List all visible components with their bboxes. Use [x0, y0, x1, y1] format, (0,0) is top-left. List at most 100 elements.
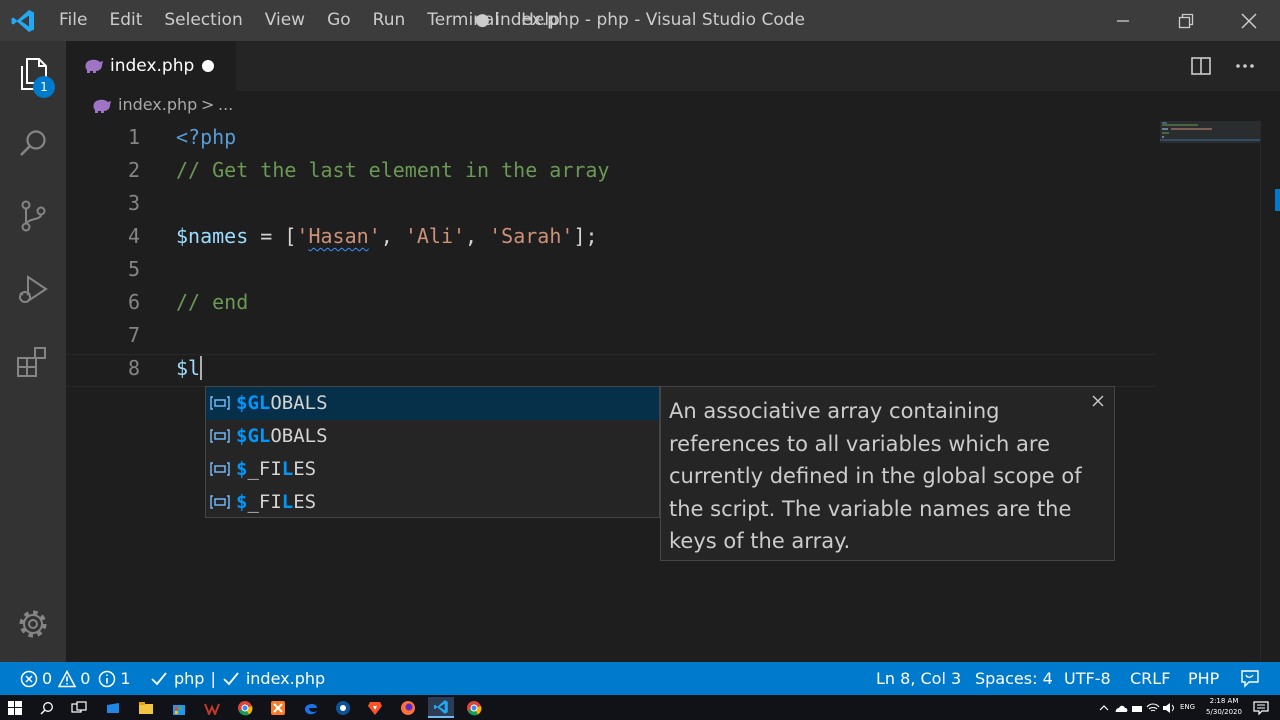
- wifi-icon[interactable]: [1146, 699, 1160, 716]
- code-text[interactable]: // Get the last element in the array: [176, 154, 609, 187]
- extensions-button[interactable]: [0, 329, 66, 395]
- xampp-icon[interactable]: [269, 699, 287, 716]
- notifications-icon[interactable]: [1252, 699, 1270, 716]
- code-text[interactable]: $names = ['Hasan', 'Ali', 'Sarah'];: [176, 220, 598, 253]
- extensions-icon: [17, 347, 46, 377]
- code-line[interactable]: 4 $names = ['Hasan', 'Ali', 'Sarah'];: [66, 220, 1166, 253]
- suggest-details: An associative array containing referenc…: [660, 386, 1115, 561]
- menu-edit[interactable]: Edit: [98, 0, 153, 41]
- menu-view[interactable]: View: [254, 0, 316, 41]
- menu-bar: File Edit Selection View Go Run Terminal…: [48, 0, 571, 41]
- search-view-button[interactable]: [0, 111, 66, 177]
- app-icon[interactable]: [334, 699, 352, 716]
- close-details-button[interactable]: [1086, 389, 1110, 413]
- close-window-button[interactable]: [1218, 0, 1280, 41]
- match-highlight: G: [247, 425, 259, 447]
- code-token: // Get the last element in the array: [176, 158, 610, 182]
- split-editor-button[interactable]: [1186, 51, 1216, 81]
- code-line[interactable]: 2 // Get the last element in the array: [66, 154, 1166, 187]
- suggestion-label: $GLOBALS: [236, 420, 328, 453]
- onedrive-icon[interactable]: [1114, 699, 1128, 716]
- feedback-button[interactable]: [1240, 662, 1260, 695]
- windows-taskbar: ENG 2:18 AM 5/30/2020: [0, 695, 1280, 720]
- code-line[interactable]: 5: [66, 253, 1166, 286]
- explorer-button[interactable]: 1: [0, 41, 66, 107]
- match-highlight: G: [247, 392, 259, 414]
- code-text[interactable]: <?php: [176, 121, 236, 154]
- task-view-icon[interactable]: [70, 699, 88, 716]
- menu-terminal[interactable]: Terminal: [416, 0, 510, 41]
- run-debug-button[interactable]: [0, 257, 66, 323]
- activity-bar: 1: [0, 41, 66, 662]
- code-line[interactable]: 3: [66, 187, 1166, 220]
- clock-time[interactable]: 2:18 AM: [1200, 696, 1248, 707]
- suggestion-item[interactable]: $_FILES: [206, 486, 659, 519]
- unsaved-indicator[interactable]: [202, 60, 214, 72]
- code-line[interactable]: 1 <?php: [66, 121, 1166, 154]
- code-line[interactable]: 7: [66, 319, 1166, 352]
- menu-selection[interactable]: Selection: [153, 0, 253, 41]
- match-highlight: $: [236, 491, 248, 513]
- php-status[interactable]: php | index.php: [150, 662, 325, 695]
- line-ending[interactable]: CRLF: [1130, 662, 1170, 695]
- breadcrumb-file[interactable]: index.php: [118, 91, 197, 119]
- brave-icon[interactable]: [366, 699, 384, 716]
- more-actions-button[interactable]: [1230, 51, 1260, 81]
- status-bar: 0 0 1 php | index.php Ln 8, Col 3 Spaces…: [0, 662, 1280, 695]
- search-icon[interactable]: [38, 699, 56, 716]
- code-text[interactable]: // end: [176, 286, 248, 319]
- title-bar: File Edit Selection View Go Run Terminal…: [0, 0, 1280, 41]
- close-icon: [1241, 12, 1257, 29]
- vscode-icon[interactable]: [428, 697, 454, 718]
- manage-button[interactable]: [0, 591, 66, 657]
- file-explorer-icon[interactable]: [137, 699, 155, 716]
- cursor-position[interactable]: Ln 8, Col 3: [876, 662, 961, 695]
- menu-run[interactable]: Run: [362, 0, 417, 41]
- winamp-icon[interactable]: [203, 699, 221, 716]
- source-control-button[interactable]: [0, 183, 66, 249]
- code-token: = [: [248, 224, 297, 248]
- language-mode[interactable]: PHP: [1188, 662, 1219, 695]
- store-icon[interactable]: [104, 699, 122, 716]
- tab-bar: index.php: [66, 41, 1280, 91]
- vscode-logo-icon[interactable]: [10, 8, 36, 34]
- problems-indicator[interactable]: 0 0 1: [20, 662, 131, 695]
- encoding[interactable]: UTF-8: [1064, 662, 1111, 695]
- code-line[interactable]: 6 // end: [66, 286, 1166, 319]
- menu-file[interactable]: File: [48, 0, 98, 41]
- menu-help[interactable]: Help: [510, 0, 571, 41]
- code-text[interactable]: $l: [176, 352, 203, 385]
- clock-date[interactable]: 5/30/2020: [1200, 707, 1248, 718]
- menu-go[interactable]: Go: [316, 0, 362, 41]
- chrome-icon[interactable]: [236, 699, 254, 716]
- suggestion-text: OBALS: [270, 392, 328, 414]
- indentation[interactable]: Spaces: 4: [975, 662, 1053, 695]
- suggestion-item[interactable]: $GLOBALS: [206, 420, 659, 453]
- windows-start-icon[interactable]: [6, 699, 24, 716]
- firefox-icon[interactable]: [399, 699, 417, 716]
- chrome-icon[interactable]: [465, 699, 483, 716]
- code-line[interactable]: 8 $l: [66, 352, 1166, 385]
- minimap-preview: [1160, 121, 1260, 143]
- breadcrumb-more[interactable]: ...: [218, 91, 233, 119]
- edge-icon[interactable]: [302, 699, 320, 716]
- code-token: // end: [176, 290, 249, 314]
- suggestion-label: $_FILES: [236, 486, 316, 519]
- tray-chevron-icon[interactable]: [1098, 699, 1110, 716]
- volume-icon[interactable]: [1162, 699, 1176, 716]
- shop-bag-icon[interactable]: [170, 699, 188, 716]
- restore-button[interactable]: [1155, 0, 1217, 41]
- suggestion-text: _FI: [247, 491, 282, 513]
- suggestion-item[interactable]: $GLOBALS: [206, 387, 659, 420]
- tab-label: index.php: [110, 56, 195, 76]
- minimap[interactable]: [1160, 121, 1260, 151]
- tab-index-php[interactable]: index.php: [66, 41, 236, 91]
- close-icon: [1092, 395, 1104, 407]
- check-icon: [151, 671, 167, 685]
- minimize-button[interactable]: [1092, 0, 1154, 41]
- usb-icon[interactable]: [1130, 699, 1144, 716]
- editor-scrollbar[interactable]: [1260, 121, 1280, 662]
- input-language[interactable]: ENG: [1180, 702, 1195, 713]
- suggestion-item[interactable]: $_FILES: [206, 453, 659, 486]
- code-token: ];: [573, 224, 598, 248]
